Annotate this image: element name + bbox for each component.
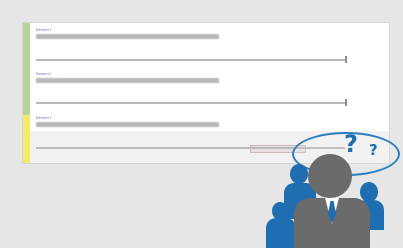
slider-thumb[interactable] bbox=[345, 56, 347, 63]
section-label: Recent I bbox=[36, 115, 51, 120]
confused-users-illustration bbox=[260, 124, 403, 248]
blurred-text bbox=[36, 78, 219, 83]
section-label: Recent I bbox=[36, 27, 51, 32]
slider-track[interactable] bbox=[36, 102, 345, 104]
blurred-text bbox=[36, 122, 219, 127]
section-stripe bbox=[23, 23, 30, 67]
slider-track[interactable] bbox=[36, 59, 345, 61]
section-stripe bbox=[23, 67, 30, 115]
slider-thumb[interactable] bbox=[345, 99, 347, 106]
section-label: Recent I bbox=[36, 71, 51, 76]
blurred-text bbox=[36, 34, 219, 39]
section-stripe-highlight bbox=[23, 115, 30, 163]
